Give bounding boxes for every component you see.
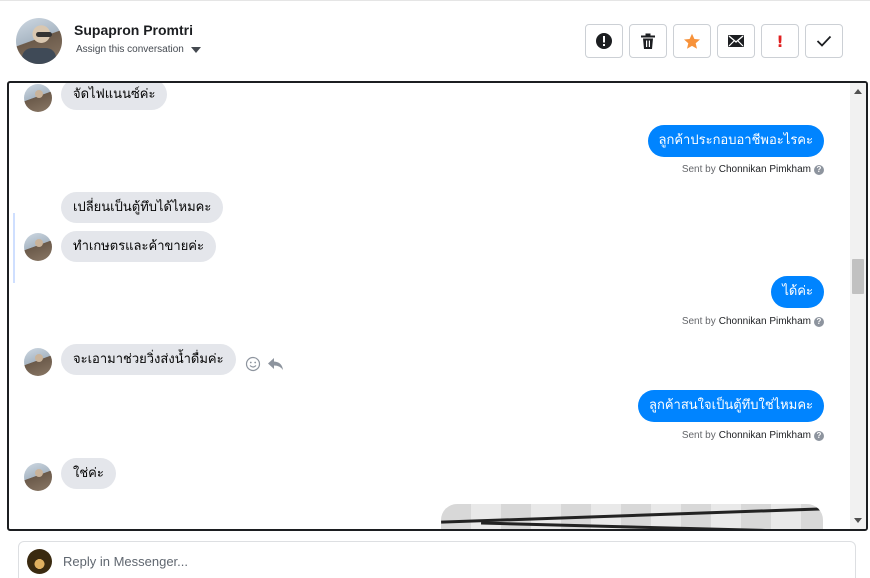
reply-composer[interactable]: Reply in Messenger... <box>18 541 856 578</box>
star-button[interactable] <box>673 24 711 58</box>
scroll-up-arrow-icon[interactable] <box>854 89 862 94</box>
assign-conversation-dropdown[interactable]: Assign this conversation <box>76 44 201 55</box>
help-icon[interactable]: ? <box>814 164 824 175</box>
trash-icon <box>641 33 655 49</box>
page-avatar <box>27 549 52 574</box>
reaction-smiley-icon[interactable] <box>245 356 261 372</box>
avatar-shirt <box>22 48 56 64</box>
thread-edge-marker <box>13 213 15 283</box>
reply-input[interactable]: Reply in Messenger... <box>63 554 188 569</box>
scroll-down-arrow-icon[interactable] <box>854 518 862 523</box>
sender-name: Chonnikan Pimkham <box>718 164 811 175</box>
caret-down-icon <box>190 46 201 53</box>
assign-label: Assign this conversation <box>76 44 184 55</box>
sent-by-prefix: Sent by <box>681 164 716 175</box>
reply-arrow-icon[interactable] <box>267 356 285 372</box>
envelope-icon <box>728 35 744 47</box>
star-icon <box>684 33 700 49</box>
follow-up-button[interactable]: ! <box>761 24 799 58</box>
mark-unread-button[interactable] <box>717 24 755 58</box>
help-icon[interactable]: ? <box>814 430 824 441</box>
exclamation-icon: ! <box>776 31 784 51</box>
sent-by-label: Sent by Chonnikan Pimkham ? <box>682 316 824 327</box>
incoming-message-bubble[interactable]: ใช่ค่ะ <box>61 458 116 489</box>
avatar-glasses <box>36 32 52 37</box>
contact-message-avatar[interactable] <box>24 463 52 491</box>
conversation-header: Supapron Promtri Assign this conversatio… <box>0 1 870 80</box>
sender-name: Chonnikan Pimkham <box>718 430 811 441</box>
sent-by-prefix: Sent by <box>681 430 716 441</box>
sent-by-label: Sent by Chonnikan Pimkham ? <box>682 164 824 175</box>
contact-name[interactable]: Supapron Promtri <box>74 22 193 38</box>
outgoing-message-bubble[interactable]: ลูกค้าสนใจเป็นตู้ทึบใช่ไหมคะ <box>638 390 824 422</box>
incoming-message-bubble[interactable]: ทำเกษตรและค้าขายค่ะ <box>61 231 216 262</box>
outgoing-message-bubble[interactable]: ลูกค้าประกอบอาชีพอะไรคะ <box>647 125 824 157</box>
help-icon[interactable]: ? <box>814 316 824 327</box>
contact-message-avatar[interactable] <box>24 233 52 261</box>
messenger-conversation-view: Supapron Promtri Assign this conversatio… <box>0 0 870 578</box>
incoming-message-bubble[interactable]: จัดไฟแนนซ์ค่ะ <box>61 83 168 110</box>
contact-message-avatar[interactable] <box>24 84 52 112</box>
outgoing-message-bubble[interactable]: ได้ค่ะ <box>771 276 824 308</box>
message-thread[interactable]: จัดไฟแนนซ์ค่ะ ลูกค้าประกอบอาชีพอะไรคะ Se… <box>7 81 868 531</box>
spam-button[interactable] <box>585 24 623 58</box>
mark-done-button[interactable] <box>805 24 843 58</box>
alert-circle-icon <box>596 33 612 49</box>
incoming-message-bubble[interactable]: เปลี่ยนเป็นตู้ทึบได้ไหมคะ <box>61 192 224 223</box>
contact-message-avatar[interactable] <box>24 348 52 376</box>
image-beam <box>481 521 821 529</box>
thread-scrollbar[interactable] <box>850 83 866 529</box>
incoming-message-bubble[interactable]: จะเอามาช่วยวิ่งส่งน้ำดื่มค่ะ <box>61 344 236 375</box>
contact-avatar[interactable] <box>16 18 62 64</box>
checkmark-icon <box>816 35 832 47</box>
outgoing-image-attachment[interactable] <box>441 504 823 529</box>
message-hover-actions <box>245 356 285 372</box>
sender-name: Chonnikan Pimkham <box>718 316 811 327</box>
scroll-thumb[interactable] <box>852 259 864 294</box>
conversation-actions: ! <box>585 24 843 58</box>
delete-button[interactable] <box>629 24 667 58</box>
sent-by-prefix: Sent by <box>681 316 716 327</box>
sent-by-label: Sent by Chonnikan Pimkham ? <box>682 430 824 441</box>
